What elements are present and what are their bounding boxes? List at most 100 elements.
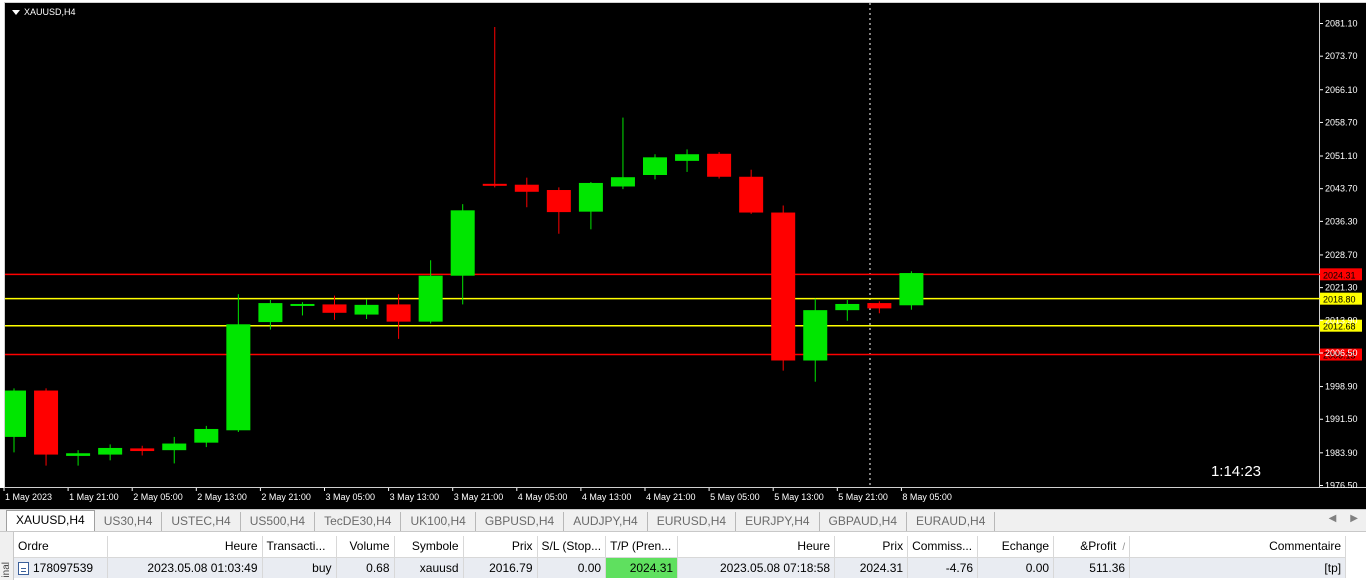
candle-body xyxy=(546,190,571,213)
cell-sl: 0.00 xyxy=(537,557,607,578)
tab-xauusd[interactable]: XAUUSD,H4 xyxy=(6,510,95,531)
col-sl[interactable]: S/L (Stop... xyxy=(537,536,607,558)
price-tick-label: 2051.10 xyxy=(1325,151,1358,161)
candle xyxy=(194,425,219,448)
time-tick-label: 3 May 13:00 xyxy=(390,492,440,502)
order-document-icon xyxy=(18,561,29,575)
col-prix-close[interactable]: Prix xyxy=(834,536,909,558)
sort-divider-icon: / xyxy=(1122,542,1126,554)
candle xyxy=(34,388,59,466)
col-ordre[interactable]: Ordre xyxy=(14,536,108,558)
candle-body xyxy=(162,443,187,451)
candle xyxy=(514,177,539,208)
col-heure-close[interactable]: Heure xyxy=(677,536,836,558)
candle-body xyxy=(610,177,635,187)
tab-eurjpy[interactable]: EURJPY,H4 xyxy=(736,512,820,531)
chart-window[interactable]: XAUUSD,H4 1:14:23 2024.31 2018.80 2012.68 2… xyxy=(0,0,1366,509)
price-tick-label: 2013.90 xyxy=(1325,315,1358,325)
col-tp[interactable]: T/P (Pren... xyxy=(605,536,679,558)
candle xyxy=(450,204,475,305)
tab-ustec[interactable]: USTEC,H4 xyxy=(162,512,241,531)
candle-body xyxy=(707,153,732,177)
cell-prix-close: 2024.31 xyxy=(834,557,909,578)
candle-body xyxy=(66,453,91,456)
tab-gbpaud[interactable]: GBPAUD,H4 xyxy=(820,512,908,531)
candle-body xyxy=(578,182,603,212)
scroll-left-icon[interactable]: ◀ xyxy=(1329,513,1337,524)
time-tick-label: 5 May 05:00 xyxy=(710,492,760,502)
tab-us500[interactable]: US500,H4 xyxy=(241,512,316,531)
time-tick-label: 4 May 13:00 xyxy=(582,492,632,502)
price-tick-label: 1983.90 xyxy=(1325,448,1358,458)
col-commentaire[interactable]: Commentaire xyxy=(1129,536,1347,558)
cell-volume: 0.68 xyxy=(336,557,395,578)
candle xyxy=(835,299,860,321)
time-axis: 1 May 2023 1 May 21:00 2 May 05:00 2 May 13… xyxy=(0,488,1366,509)
chart-plot-area[interactable]: XAUUSD,H4 1:14:23 xyxy=(2,2,1321,489)
candle-body xyxy=(98,447,123,455)
price-tick-label: 2036.30 xyxy=(1325,216,1358,226)
candle-body xyxy=(194,428,219,443)
tab-audjpy[interactable]: AUDJPY,H4 xyxy=(564,512,648,531)
candle xyxy=(803,298,828,382)
cell-tp: 2024.31 xyxy=(605,557,679,578)
candle xyxy=(354,299,379,319)
candle-body xyxy=(835,303,860,311)
tab-eurusd[interactable]: EURUSD,H4 xyxy=(648,512,737,531)
history-table: Ordre Heure Transacti... Volume Symbole … xyxy=(14,536,1347,578)
cell-type: buy xyxy=(262,557,337,578)
level-price-tag: 2024.31 xyxy=(1320,268,1362,281)
chart-symbol-label[interactable]: XAUUSD,H4 xyxy=(12,7,76,17)
cell-heure-open: 2023.05.08 01:03:49 xyxy=(107,557,263,578)
tab-us30[interactable]: US30,H4 xyxy=(95,512,163,531)
price-tick-label: 2073.70 xyxy=(1325,51,1358,61)
table-row[interactable]: 178097539 2023.05.08 01:03:49 buy 0.68 x… xyxy=(14,557,1347,578)
table-header-row: Ordre Heure Transacti... Volume Symbole … xyxy=(14,536,1347,558)
time-tick-label: 2 May 05:00 xyxy=(133,492,183,502)
candle xyxy=(739,169,764,214)
tab-uk100[interactable]: UK100,H4 xyxy=(401,512,476,531)
candle xyxy=(610,117,635,190)
terminal-side-tab[interactable]: inal xyxy=(0,532,14,580)
col-symbole[interactable]: Symbole xyxy=(394,536,464,558)
bar-countdown-timer: 1:14:23 xyxy=(1210,463,1261,480)
candle-body xyxy=(258,303,283,323)
level-price-tag: 2018.80 xyxy=(1320,292,1362,305)
candle xyxy=(546,187,571,234)
col-heure-open[interactable]: Heure xyxy=(107,536,263,558)
col-volume[interactable]: Volume xyxy=(336,536,395,558)
price-tick-label: 2028.70 xyxy=(1325,250,1358,260)
terminal-panel: inal Ordre Heure Transacti... Volume Sym… xyxy=(0,531,1366,580)
candle-body xyxy=(450,210,475,276)
col-transaction[interactable]: Transacti... xyxy=(262,536,337,558)
tab-tecde30[interactable]: TecDE30,H4 xyxy=(315,512,402,531)
tab-euraud[interactable]: EURAUD,H4 xyxy=(907,512,996,531)
cell-profit: 511.36 xyxy=(1053,557,1131,578)
col-profit[interactable]: &Profit / xyxy=(1053,536,1131,558)
candle xyxy=(2,388,26,453)
cell-commentaire: [tp] xyxy=(1129,557,1347,578)
candle xyxy=(98,444,123,461)
candle-body xyxy=(226,324,251,431)
col-echange[interactable]: Echange xyxy=(977,536,1055,558)
price-tick-label: 2006.50 xyxy=(1325,348,1358,358)
level-tag-label: 2024.31 xyxy=(1323,270,1356,280)
candle-body xyxy=(34,390,59,455)
tab-gbpusd[interactable]: GBPUSD,H4 xyxy=(476,512,565,531)
scroll-right-icon[interactable]: ▶ xyxy=(1350,513,1358,524)
candle-body xyxy=(2,390,26,437)
col-prix-open[interactable]: Prix xyxy=(463,536,538,558)
time-tick-label: 4 May 05:00 xyxy=(518,492,568,502)
candle xyxy=(130,445,155,456)
candle xyxy=(771,205,796,371)
level-tag-label: 2018.80 xyxy=(1323,295,1356,305)
time-axis-labels: 1 May 2023 1 May 21:00 2 May 05:00 2 May 13… xyxy=(3,488,952,502)
col-commission[interactable]: Commiss... xyxy=(907,536,979,558)
candle-body xyxy=(675,154,700,161)
candle-body xyxy=(290,303,315,306)
candle xyxy=(707,152,732,179)
price-tick-label: 2043.70 xyxy=(1325,184,1358,194)
candle-body xyxy=(739,176,764,213)
price-tick-label: 2066.10 xyxy=(1325,85,1358,95)
time-tick-label: 8 May 05:00 xyxy=(902,492,952,502)
